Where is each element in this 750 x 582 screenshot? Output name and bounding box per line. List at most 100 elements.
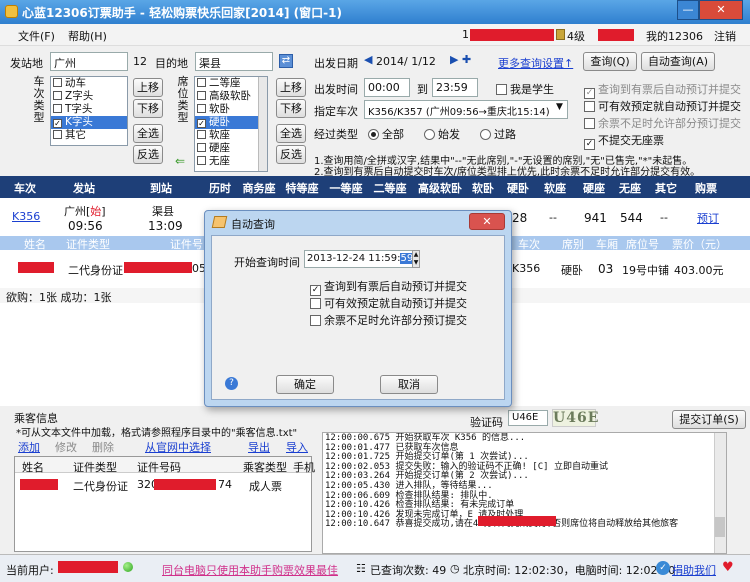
plh-id: 证件号码 (137, 461, 181, 474)
checkbox-icon[interactable] (197, 91, 206, 100)
dialog-ok-button[interactable]: 确定 (276, 375, 334, 394)
prev-date-icon[interactable]: ◀ (364, 53, 372, 66)
to-station-input[interactable]: 渠县 (195, 52, 273, 71)
seat-list-scrollbar[interactable] (258, 77, 267, 171)
swap-stations-icon[interactable]: ⇄ (279, 54, 293, 68)
train-type-item[interactable]: 其它 (51, 129, 127, 142)
train-type-all-button[interactable]: 全选 (133, 124, 163, 143)
checkbox-icon[interactable] (197, 156, 206, 165)
from-station-count: 12 (133, 55, 147, 68)
auto-query-button[interactable]: 自动查询(A) (641, 52, 715, 71)
query-button[interactable]: 查询(Q) (583, 52, 637, 71)
train-number-link[interactable]: K356 (12, 210, 40, 223)
seat-type-item[interactable]: 高级软卧 (195, 90, 267, 103)
via-origin-radio[interactable]: 始发 (424, 126, 460, 142)
checkbox-icon[interactable] (53, 104, 62, 113)
heart-icon[interactable]: ♥ (722, 560, 734, 575)
close-button[interactable]: ✕ (699, 0, 743, 20)
seat-type-item[interactable]: ✓ 硬卧 (195, 116, 267, 129)
dlg-opt-auto-submit[interactable]: ✓ 查询到有票后自动预订并提交 (310, 278, 467, 296)
train-to-time: 13:09 (148, 219, 183, 233)
import-link[interactable]: 导入 (286, 439, 308, 455)
log-panel[interactable]: 12:00:00.675 开始获取车次 K356 的信息... 12:00:01.… (322, 432, 727, 554)
seat-type-item[interactable]: 软卧 (195, 103, 267, 116)
minimize-button[interactable]: — (677, 0, 699, 20)
start-time-input[interactable]: 2013-12-24 11:59:59 (304, 250, 419, 268)
redacted-passenger-id (124, 262, 192, 273)
passenger-list[interactable]: 姓名 证件类型 证件号码 乘客类型 手机 二代身份证 320 74 成人票 (14, 456, 315, 552)
calendar-add-icon[interactable]: ✚ (462, 53, 471, 66)
next-date-icon[interactable]: ▶ (450, 53, 458, 66)
checkbox-icon[interactable] (197, 78, 206, 87)
ad-link[interactable]: 同台电脑只使用本助手购票效果最佳 (162, 562, 338, 578)
help-icon[interactable]: ? (225, 377, 238, 390)
opt-no-standing-checkbox[interactable]: ✓ 不提交无座票 (584, 132, 664, 150)
train-type-list[interactable]: 动车 Z字头 T字头 ✓ K字头 其它 (50, 76, 128, 146)
seat-type-label: 软卧 (209, 103, 230, 115)
submit-order-button[interactable]: 提交订单(S) (672, 410, 746, 429)
delete-passenger-link[interactable]: 删除 (92, 439, 114, 455)
checkbox-icon[interactable] (53, 91, 62, 100)
book-link[interactable]: 预订 (697, 210, 719, 226)
dlg-opt-partial-submit[interactable]: 余票不足时允许部分预订提交 (310, 312, 467, 328)
student-checkbox[interactable]: 我是学生 (496, 81, 554, 97)
export-link[interactable]: 导出 (248, 439, 270, 455)
captcha-input[interactable]: U46E (508, 410, 548, 426)
edit-passenger-link[interactable]: 修改 (55, 439, 77, 455)
train-type-item[interactable]: ✓ K字头 (51, 116, 127, 129)
logout-link[interactable]: 注销 (714, 28, 736, 44)
opt-partial-submit-checkbox[interactable]: 余票不足时允许部分预订提交 (584, 115, 741, 131)
checkbox-icon[interactable] (197, 143, 206, 152)
more-query-settings-link[interactable]: 更多查询设置↑ (498, 55, 573, 71)
checkbox-icon[interactable]: ✓ (197, 119, 206, 128)
train-type-item[interactable]: Z字头 (51, 90, 127, 103)
time-from-input[interactable]: 00:00 (364, 78, 410, 97)
seat-type-item[interactable]: 软座 (195, 129, 267, 142)
dialog-cancel-button[interactable]: 取消 (380, 375, 438, 394)
chevron-down-icon[interactable]: ▼ (556, 102, 563, 112)
train-type-down-button[interactable]: 下移 (133, 99, 163, 118)
opt-valid-submit-checkbox[interactable]: 可有效预定就自动预订并提交 (584, 98, 741, 114)
pick-from-site-link[interactable]: 从官网中选择 (145, 439, 211, 455)
date-value[interactable]: 2014/ 1/12 (376, 55, 436, 68)
via-all-radio[interactable]: 全部 (368, 126, 404, 142)
from-label: 发站地 (10, 57, 43, 70)
checkbox-icon[interactable] (197, 130, 206, 139)
seat-type-item[interactable]: 二等座 (195, 77, 267, 90)
menu-file[interactable]: 文件(F) (18, 28, 55, 44)
train-type-up-button[interactable]: 上移 (133, 78, 163, 97)
train-hard-seat: 941 (584, 211, 607, 225)
train-type-invert-button[interactable]: 反选 (133, 145, 163, 164)
online-status-icon (123, 562, 133, 572)
dialog-close-button[interactable]: ✕ (469, 213, 505, 230)
seat-type-up-button[interactable]: 上移 (276, 78, 306, 97)
seat-type-list[interactable]: 二等座 高级软卧 软卧 ✓ 硬卧 软座 硬座 无座 (194, 76, 268, 172)
menu-help[interactable]: 帮助(H) (68, 28, 107, 44)
checkbox-icon[interactable] (197, 104, 206, 113)
my12306-link[interactable]: 我的12306 (646, 28, 703, 44)
log-scrollbar-thumb[interactable] (715, 517, 725, 537)
start-time-spinner[interactable]: ▲ ▼ (412, 250, 420, 268)
captcha-image[interactable]: U46E (552, 409, 598, 427)
train-select[interactable]: K356/K357 (广州09:56→重庆北15:14) (364, 100, 568, 119)
seat-type-down-button[interactable]: 下移 (276, 99, 306, 118)
seat-type-item[interactable]: 硬座 (195, 142, 267, 155)
donate-link[interactable]: 捐助我们 (672, 562, 716, 578)
th-book: 购票 (695, 182, 717, 195)
from-station-input[interactable]: 广州 (50, 52, 128, 71)
seat-type-all-button[interactable]: 全选 (276, 124, 306, 143)
checkbox-icon[interactable] (53, 130, 62, 139)
train-type-item[interactable]: T字头 (51, 103, 127, 116)
seat-type-invert-button[interactable]: 反选 (276, 145, 306, 164)
time-to-input[interactable]: 23:59 (432, 78, 478, 97)
dlg-opt-valid-submit[interactable]: 可有效预定就自动预订并提交 (310, 295, 467, 311)
via-pass-radio[interactable]: 过路 (480, 126, 516, 142)
checkbox-icon[interactable]: ✓ (53, 119, 62, 128)
dialog-body: 开始查询时间 2013-12-24 11:59:59 ▲ ▼ ✓ 查询到有票后自动预… (211, 235, 505, 400)
add-passenger-link[interactable]: 添加 (18, 439, 40, 455)
opt-auto-submit-checkbox[interactable]: ✓ 查询到有票后自动预订并提交 (584, 81, 741, 99)
checkbox-icon[interactable] (53, 78, 62, 87)
list-ptype: 成人票 (249, 480, 282, 493)
train-type-item[interactable]: 动车 (51, 77, 127, 90)
seat-type-item[interactable]: 无座 (195, 155, 267, 168)
